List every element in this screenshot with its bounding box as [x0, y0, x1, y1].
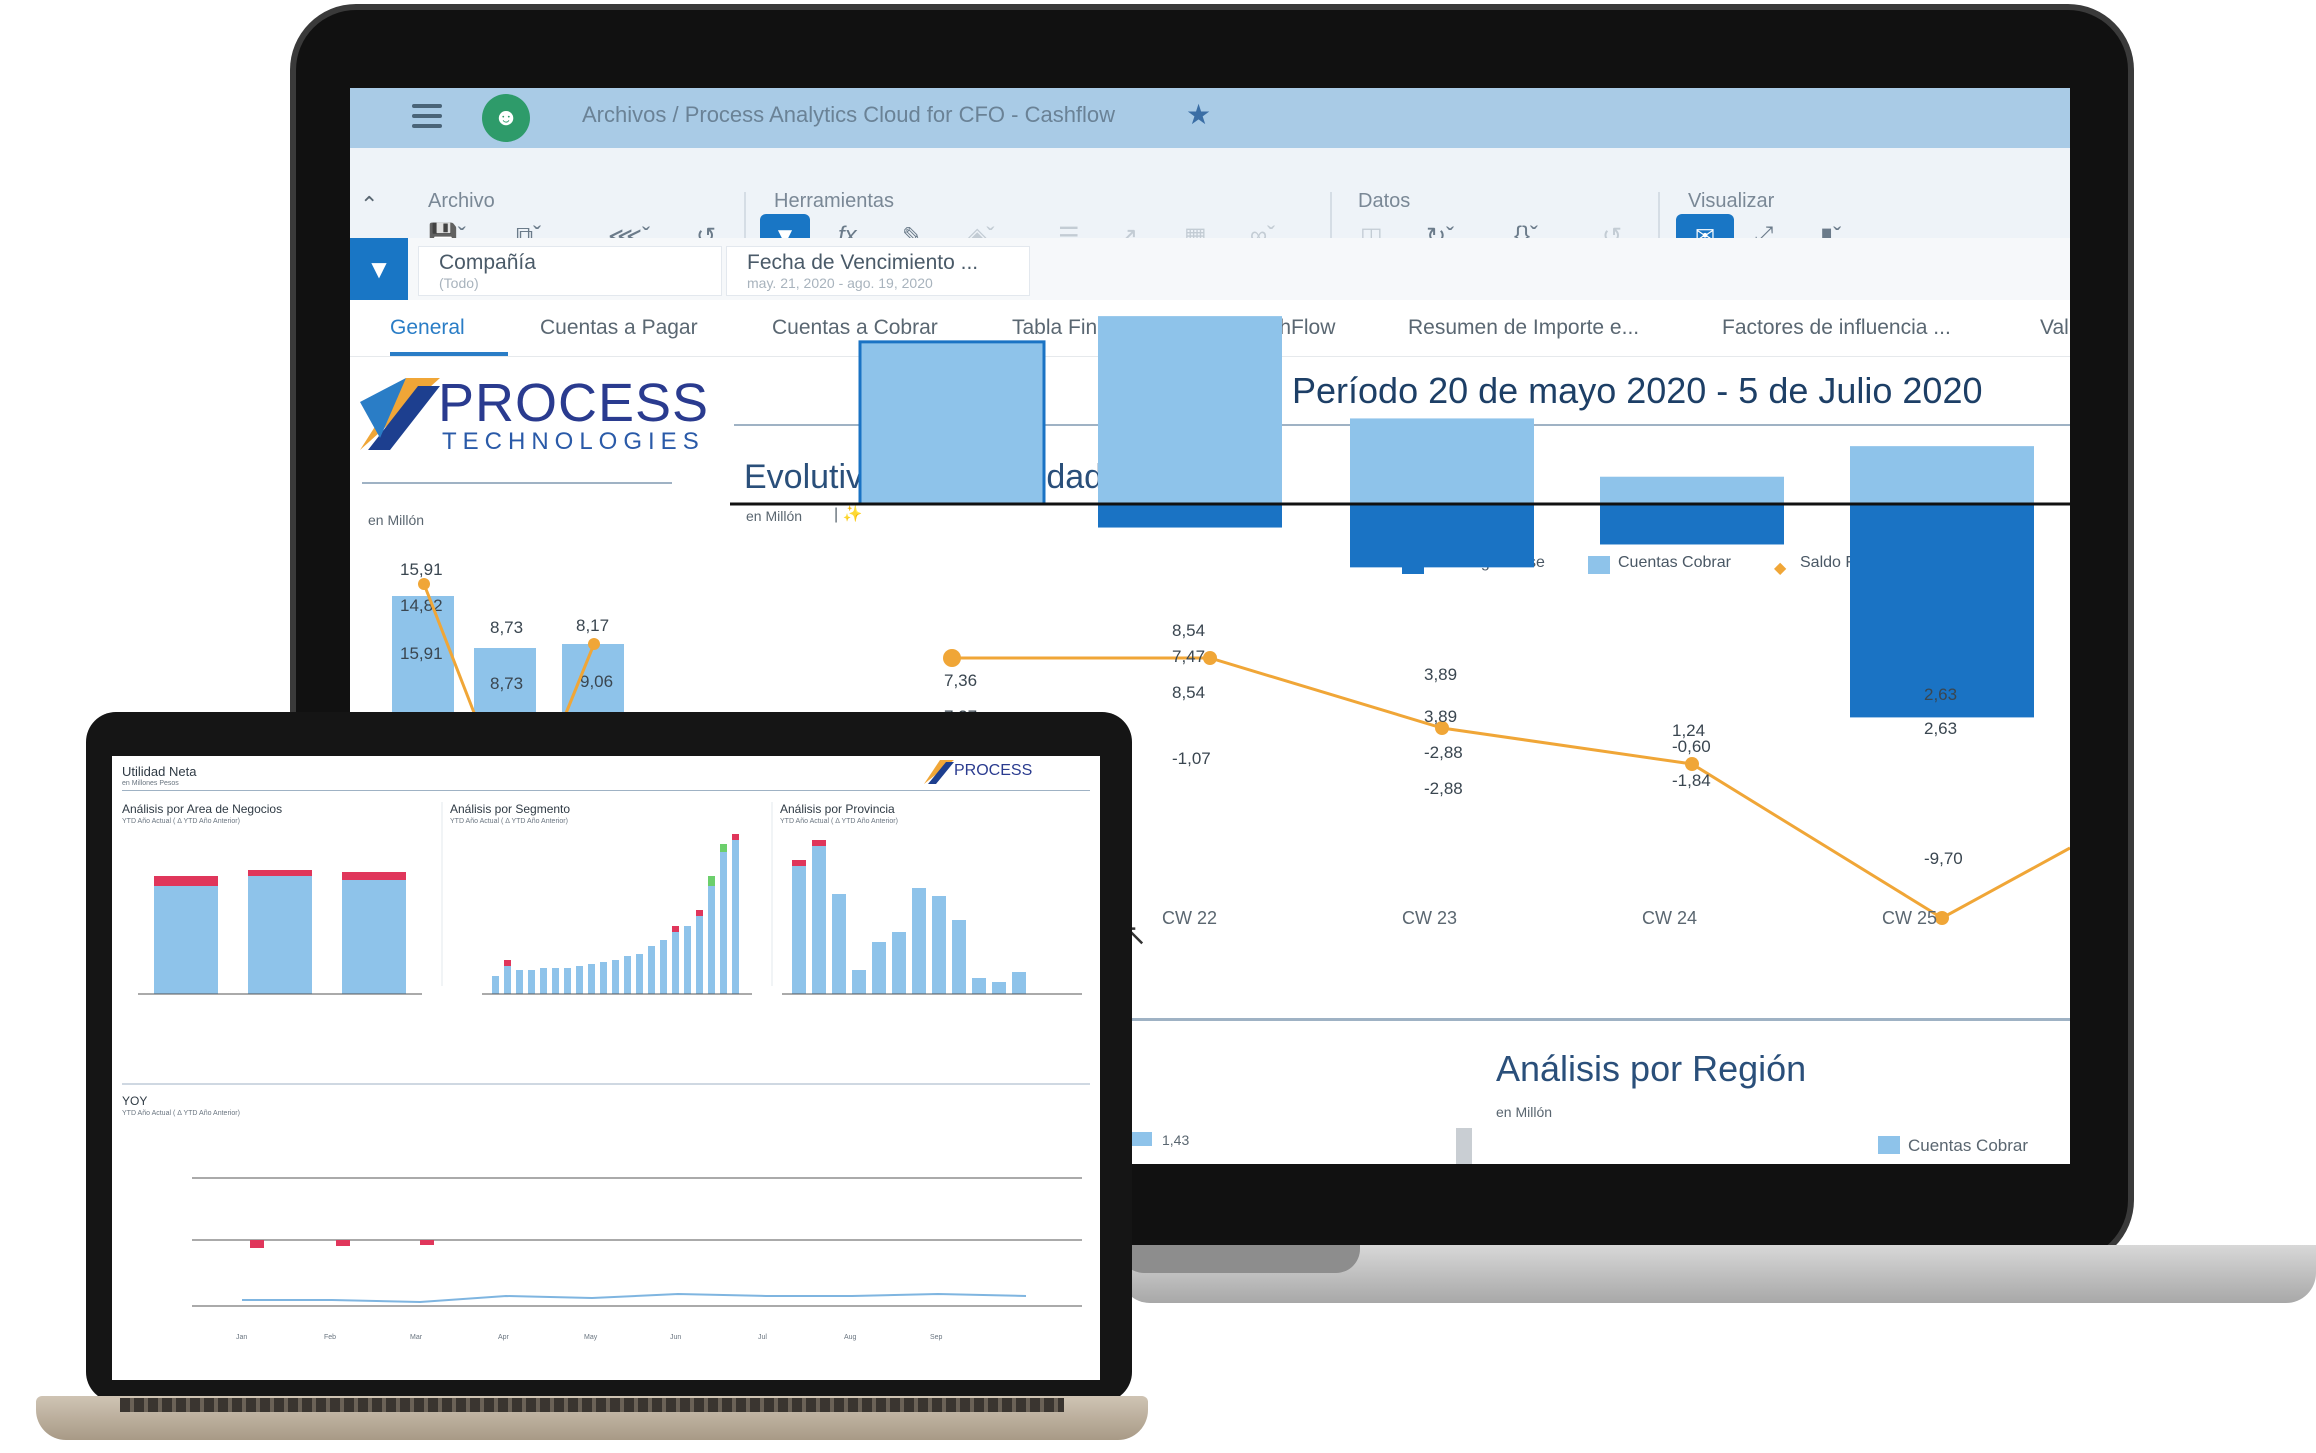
small-laptop-screen: Utilidad Neta en Millones Pesos PROCESS … — [112, 756, 1100, 1380]
data-label-cw-22: 8,54 — [1172, 621, 1205, 640]
x-label-cw23: CW 23 — [1402, 908, 1458, 928]
data-label-cw-23: 3,89 — [1424, 665, 1457, 684]
laptop-notch — [1120, 1245, 1360, 1273]
yoy-sub: YTD Año Actual ( Δ YTD Año Anterior) — [122, 1110, 240, 1117]
data-label-cw-24: -1,84 — [1672, 771, 1711, 790]
month-label: Feb — [324, 1334, 337, 1341]
data-label-cw-24: -0,60 — [1672, 737, 1711, 756]
data-label-cw-23: -2,88 — [1424, 779, 1463, 798]
x-label-cw22: CW 22 — [1162, 908, 1218, 928]
bar-cta-pagar-cw-23 — [1350, 504, 1534, 568]
data-label-cw-25: -9,70 — [1924, 849, 1963, 868]
saldo-point-cw-25 — [1935, 911, 1949, 925]
region-bar — [1130, 1132, 1152, 1146]
month-label: Jun — [670, 1334, 682, 1341]
bar-cuentas-cobrar-cw-23 — [1350, 418, 1534, 504]
x-label-cw25: CW 25 — [1882, 908, 1938, 928]
month-label: Apr — [498, 1334, 509, 1341]
month-label: Mar — [410, 1334, 423, 1341]
month-label: May — [584, 1334, 598, 1341]
bar-cuentas-cobrar-cw-22 — [1098, 316, 1282, 504]
yoy-title: YOY — [122, 1094, 148, 1108]
bar-cta-pagar-cw-22 — [1098, 504, 1282, 528]
bar-cta-pagar-cw-24 — [1600, 504, 1784, 545]
saldo-point-cw-24 — [1685, 757, 1699, 771]
divider — [1110, 1018, 2070, 1021]
saldo-point-cw-22 — [1203, 651, 1217, 665]
region-title: Análisis por Región — [1496, 1048, 1807, 1089]
data-label-cw-23: 3,89 — [1424, 707, 1457, 726]
data-label-cw-23: -2,88 — [1424, 743, 1463, 762]
region-unit: en Millón — [1496, 1104, 1553, 1120]
data-label-cw-25: 2,63 — [1924, 719, 1957, 738]
region-value: 1,43 — [1162, 1132, 1190, 1148]
bar-cuentas-cobrar-cw-21 — [858, 340, 1046, 506]
scroll-handle[interactable] — [1456, 1128, 1472, 1164]
bar-cuentas-cobrar-cw-24 — [1600, 476, 1784, 504]
data-label-cw-21: 7,36 — [944, 671, 977, 690]
month-label: Jul — [758, 1334, 767, 1341]
region-legend-swatch — [1878, 1136, 1900, 1154]
data-label-cw-25: 2,63 — [1924, 685, 1957, 704]
month-label: Jan — [236, 1334, 248, 1341]
data-label-cw-22: 7,47 — [1172, 647, 1205, 666]
saldo-point-cw-21 — [943, 649, 961, 667]
data-label-cw-22: -1,07 — [1172, 749, 1211, 768]
small-dashboard-charts — [122, 802, 1090, 1307]
x-label-cw24: CW 24 — [1642, 908, 1698, 928]
bar-cuentas-cobrar-cw-25 — [1850, 446, 2034, 504]
data-label-cw-22: 8,54 — [1172, 683, 1205, 702]
data-label-cw-25: -9,70 — [1924, 811, 1963, 830]
month-label: Sep — [930, 1334, 943, 1341]
month-label: Aug — [844, 1334, 857, 1341]
small-laptop-keyboard — [120, 1398, 1064, 1412]
region-legend: Cuentas Cobrar — [1908, 1136, 2029, 1155]
